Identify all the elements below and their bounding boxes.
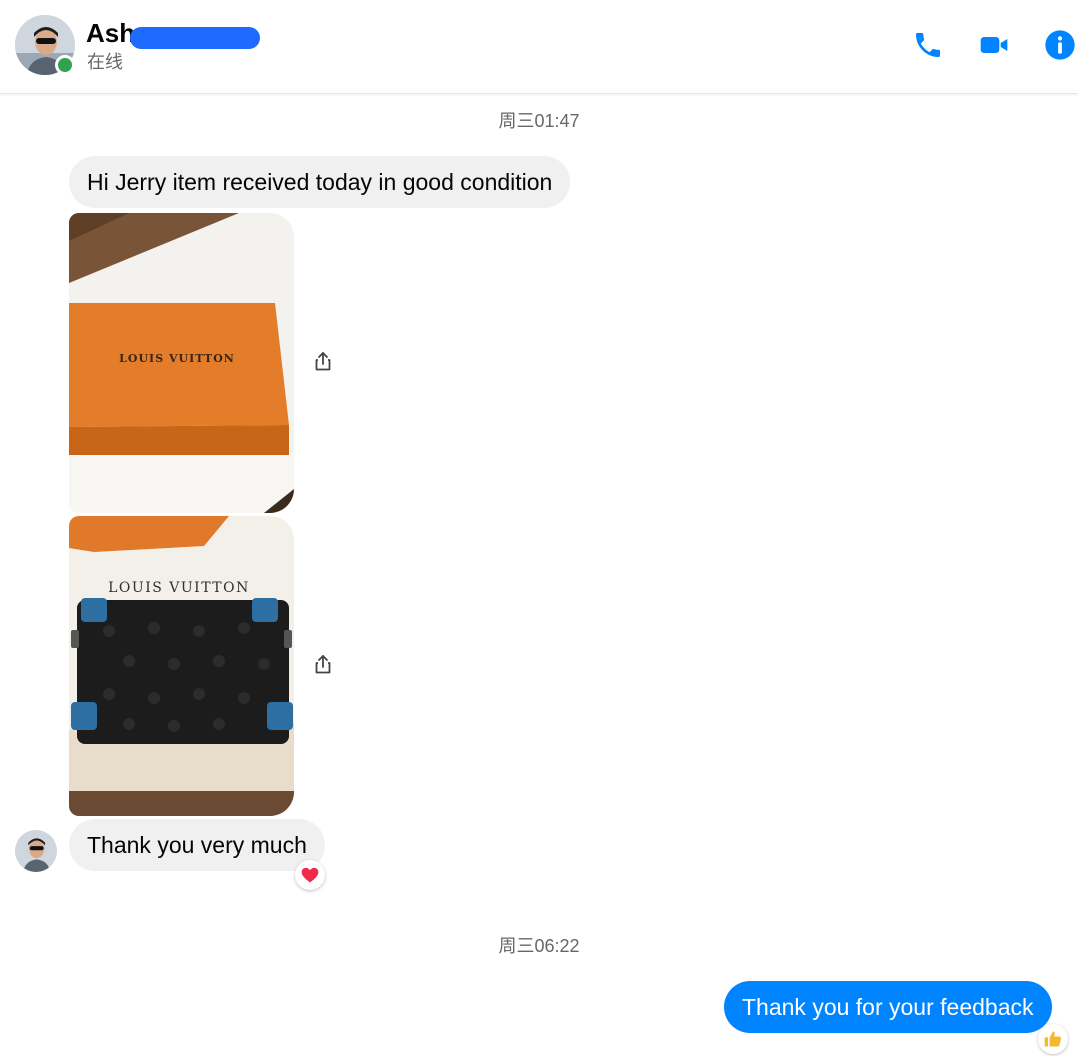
heart-icon (301, 867, 319, 883)
redaction-mark (130, 27, 260, 49)
message-timestamp: 周三01:47 (498, 111, 580, 131)
message-reaction[interactable] (295, 860, 325, 890)
incoming-message[interactable]: Thank you very much (69, 819, 325, 871)
message-reaction[interactable] (1038, 1024, 1068, 1054)
share-icon (315, 352, 331, 371)
sender-avatar[interactable] (15, 830, 57, 872)
photo-attachment[interactable]: LOUIS VUITTON (69, 516, 294, 816)
photo-1-logo: LOUIS VUITTON (119, 352, 235, 365)
photo-attachment[interactable]: LOUIS VUITTON (69, 213, 294, 513)
share-button[interactable] (311, 349, 335, 373)
contact-name[interactable]: Ash (86, 18, 135, 49)
video-call-button[interactable] (976, 27, 1012, 63)
contact-status: 在线 (87, 52, 123, 72)
incoming-message[interactable]: Hi Jerry item received today in good con… (69, 156, 571, 208)
chat-header: Ash 在线 (0, 0, 1078, 94)
info-icon (1045, 30, 1075, 60)
message-timestamp: 周三06:22 (498, 936, 580, 956)
conversation-info-button[interactable] (1042, 27, 1078, 63)
voice-call-button[interactable] (910, 27, 946, 63)
outgoing-message[interactable]: Thank you for your feedback (724, 981, 1052, 1033)
share-button[interactable] (311, 652, 335, 676)
online-status-dot (55, 55, 75, 75)
photo-2-logo: LOUIS VUITTON (108, 580, 250, 596)
video-camera-icon (980, 37, 1008, 53)
share-icon (315, 655, 331, 674)
thumbs-up-icon (1044, 1031, 1062, 1047)
phone-icon (916, 33, 940, 57)
